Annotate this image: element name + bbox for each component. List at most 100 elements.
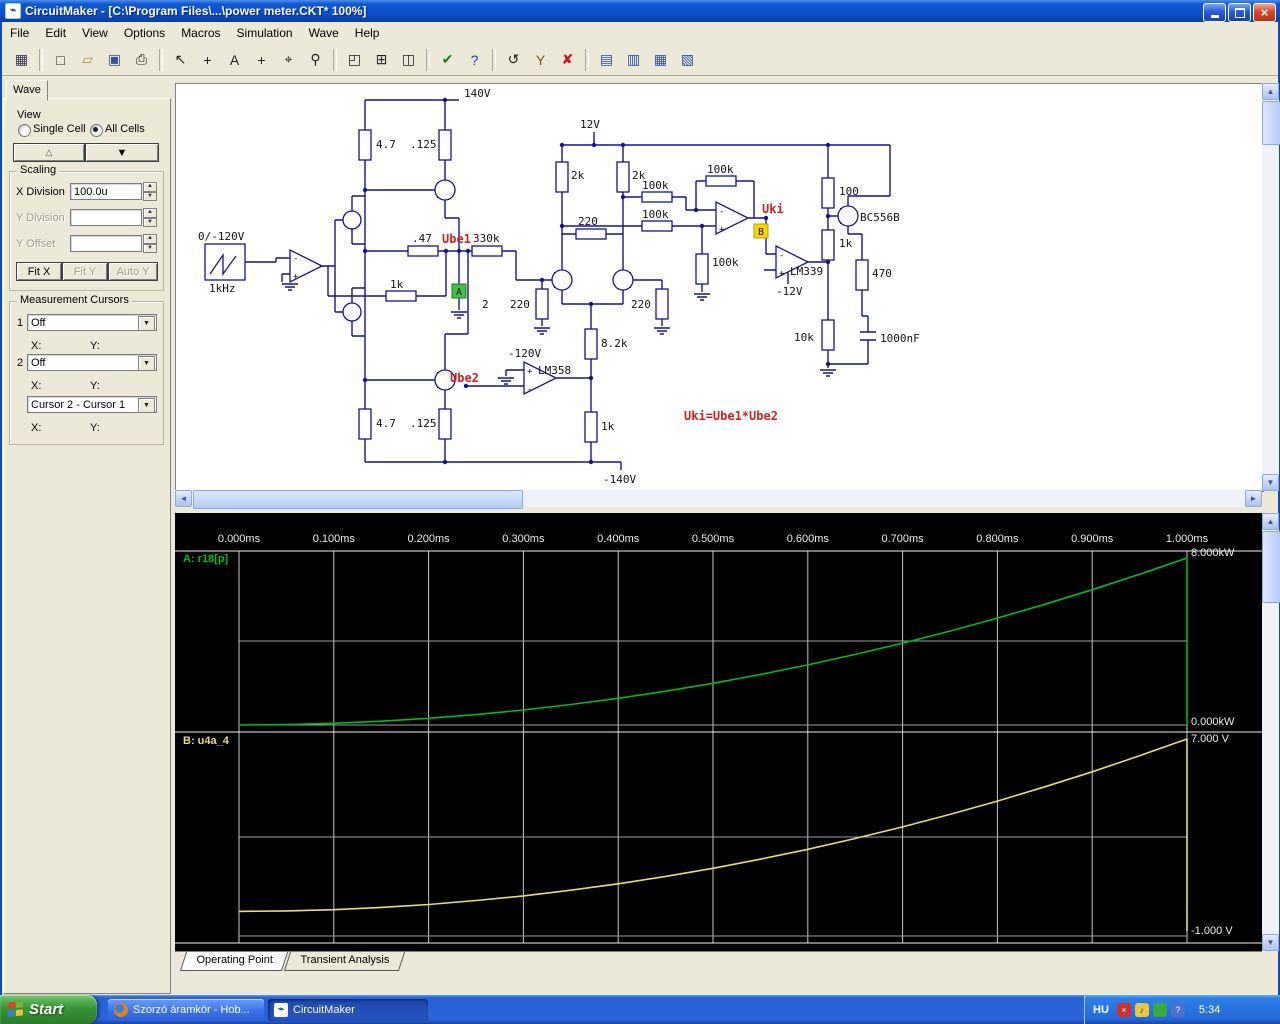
zoom-window-button[interactable]: ◰: [342, 48, 367, 72]
security-alert-icon[interactable]: ×: [1116, 1002, 1131, 1017]
resistor[interactable]: [705, 175, 737, 187]
resistor[interactable]: [695, 253, 709, 285]
menu-item-simulation[interactable]: Simulation: [229, 23, 301, 43]
resistor[interactable]: [358, 129, 372, 161]
menu-item-wave[interactable]: Wave: [301, 23, 347, 43]
taskbar-item-browser[interactable]: Szorzó áramkör - Hob...: [108, 999, 264, 1021]
x-division-input[interactable]: 100.0u: [70, 183, 142, 200]
circuit-vscrollbar[interactable]: ▲ ▼: [1262, 83, 1280, 491]
menu-item-macros[interactable]: Macros: [173, 23, 228, 43]
resistor[interactable]: [575, 228, 607, 240]
signal-source[interactable]: [204, 243, 246, 281]
transistor[interactable]: [342, 302, 362, 322]
scroll-up-icon[interactable]: ▲: [1262, 83, 1279, 100]
probe-y-button[interactable]: Y: [528, 48, 553, 72]
waveform-vscrollbar[interactable]: ▲ ▼: [1262, 513, 1280, 951]
spin-down-icon[interactable]: ▼: [143, 243, 157, 253]
print-button[interactable]: ⎙: [129, 48, 154, 72]
resistor[interactable]: [407, 245, 439, 257]
scope-window-4-button[interactable]: ▧: [675, 48, 700, 72]
scroll-down-cells-button[interactable]: ▼: [85, 143, 159, 162]
y-division-input[interactable]: [70, 209, 142, 226]
auto-y-button[interactable]: Auto Y: [108, 262, 158, 281]
resistor[interactable]: [821, 177, 835, 209]
transistor[interactable]: [342, 210, 362, 230]
probe-tool-button[interactable]: ⌖: [276, 48, 301, 72]
spin-up-icon[interactable]: ▲: [143, 182, 157, 192]
spin-up-icon[interactable]: ▲: [143, 234, 157, 244]
help-button[interactable]: ?: [462, 48, 487, 72]
resistor[interactable]: [855, 259, 869, 291]
fit-y-button[interactable]: Fit Y: [62, 262, 108, 281]
resistor[interactable]: [584, 411, 598, 443]
resistor[interactable]: [438, 408, 452, 440]
vscroll-thumb[interactable]: [1262, 531, 1280, 603]
select-tool-button[interactable]: ↖: [168, 48, 193, 72]
scroll-left-icon[interactable]: ◄: [175, 490, 192, 507]
resistor[interactable]: [821, 229, 835, 261]
text-tool-button[interactable]: A: [222, 48, 247, 72]
tab-wave[interactable]: Wave: [6, 80, 48, 101]
spin-down-icon[interactable]: ▼: [143, 217, 157, 227]
part-browser-button[interactable]: ▦: [9, 48, 34, 72]
close-button[interactable]: ×: [1253, 3, 1276, 22]
split-view-button[interactable]: ◫: [396, 48, 421, 72]
transistor[interactable]: [612, 269, 634, 291]
x-division-stepper[interactable]: ▲ ▼: [143, 182, 157, 201]
all-cells-radio[interactable]: [90, 124, 103, 137]
zoom-tool-button[interactable]: ⚲: [303, 48, 328, 72]
resistor[interactable]: [358, 408, 372, 440]
y-offset-stepper[interactable]: ▲ ▼: [143, 234, 157, 253]
scope-window-3-button[interactable]: ▦: [648, 48, 673, 72]
volume-icon[interactable]: ♪: [1134, 1002, 1149, 1017]
copy-tool-button[interactable]: ⊞: [369, 48, 394, 72]
scope-window-1-button[interactable]: ▤: [594, 48, 619, 72]
hscroll-thumb[interactable]: [193, 490, 523, 509]
menu-item-help[interactable]: Help: [347, 23, 388, 43]
undo-button[interactable]: ↺: [501, 48, 526, 72]
resistor[interactable]: [616, 161, 630, 193]
scroll-right-icon[interactable]: ►: [1245, 490, 1262, 507]
resistor[interactable]: [641, 191, 673, 203]
cursor2-select[interactable]: Off ▼: [27, 354, 157, 371]
menu-item-file[interactable]: File: [2, 23, 37, 43]
menu-item-view[interactable]: View: [74, 23, 116, 43]
y-division-stepper[interactable]: ▲ ▼: [143, 208, 157, 227]
schematic-canvas[interactable]: A B - + - + - + + - 140V 4.7 .125 12V 2k 2k …: [175, 83, 1264, 492]
start-button[interactable]: Start: [0, 995, 97, 1024]
cursor1-select[interactable]: Off ▼: [27, 314, 157, 331]
transistor-bc556b[interactable]: [837, 205, 859, 227]
resistor[interactable]: [535, 288, 549, 320]
scroll-up-icon[interactable]: ▲: [1262, 513, 1279, 530]
scroll-down-icon[interactable]: ▼: [1262, 474, 1279, 491]
tab-operating-point[interactable]: Operating Point: [179, 952, 289, 971]
resistor[interactable]: [584, 328, 598, 360]
wire-tool-button[interactable]: +: [195, 48, 220, 72]
waveform-viewer[interactable]: 0.000ms 0.100ms 0.200ms 0.300ms 0.400ms 0.500…: [175, 513, 1262, 951]
vscroll-thumb[interactable]: [1262, 101, 1280, 145]
resistor[interactable]: [438, 129, 452, 161]
circuit-hscrollbar[interactable]: ◄ ►: [175, 490, 1262, 509]
network-icon[interactable]: ?: [1170, 1002, 1185, 1017]
menu-item-edit[interactable]: Edit: [37, 23, 74, 43]
scroll-up-cells-button[interactable]: △: [13, 143, 85, 162]
resistor[interactable]: [471, 245, 503, 257]
resistor[interactable]: [655, 288, 669, 320]
new-file-button[interactable]: □: [48, 48, 73, 72]
dropdown-arrow-icon[interactable]: ▼: [138, 356, 155, 370]
tab-transient-analysis[interactable]: Transient Analysis: [284, 952, 406, 971]
transistor[interactable]: [551, 269, 573, 291]
save-file-button[interactable]: ▣: [102, 48, 127, 72]
language-indicator[interactable]: HU: [1093, 1004, 1109, 1016]
scroll-down-icon[interactable]: ▼: [1262, 934, 1279, 951]
resistor[interactable]: [385, 290, 417, 302]
check-simulation-button[interactable]: ✔: [435, 48, 460, 72]
spin-up-icon[interactable]: ▲: [143, 208, 157, 218]
resistor[interactable]: [821, 319, 835, 351]
scope-window-2-button[interactable]: ▥: [621, 48, 646, 72]
resistor[interactable]: [555, 161, 569, 193]
y-offset-input[interactable]: [70, 235, 142, 252]
resistor[interactable]: [641, 220, 673, 232]
stop-simulation-button[interactable]: ✘: [555, 48, 580, 72]
dropdown-arrow-icon[interactable]: ▼: [138, 316, 155, 330]
